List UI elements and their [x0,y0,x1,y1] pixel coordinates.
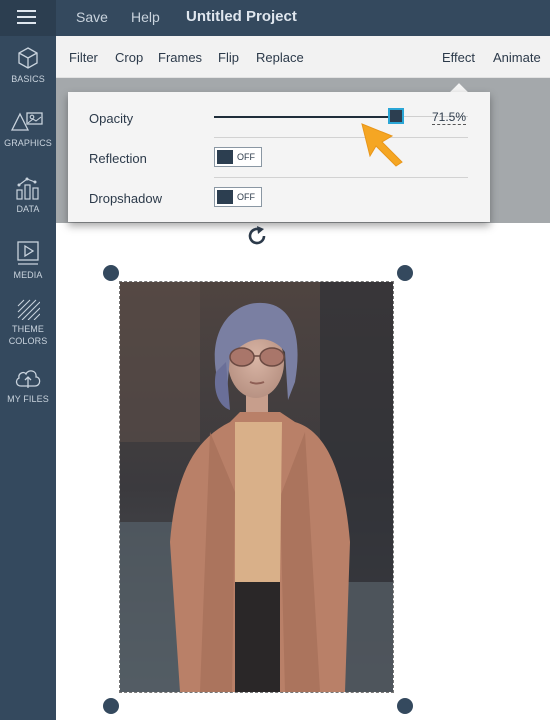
reflection-label: Reflection [89,151,147,166]
sidebar-item-graphics[interactable]: GRAPHICS [0,110,56,149]
sidebar-item-label: BASICS [11,74,45,84]
animate-button[interactable]: Animate [493,50,541,65]
project-title[interactable]: Untitled Project [186,8,297,25]
chart-icon [16,177,39,200]
sidebar-item-label-line1: THEME [12,324,44,334]
toggle-state: OFF [237,152,255,162]
sidebar-item-my-files[interactable]: MY FILES [0,366,56,405]
opacity-slider-track[interactable] [214,116,396,118]
photo-woman-in-coat [120,282,393,692]
opacity-value-input[interactable]: 71.5% [432,110,467,125]
cube-icon [18,47,38,69]
sidebar-item-media[interactable]: MEDIA [0,240,56,281]
resize-handle-top-left[interactable] [103,265,119,281]
hamburger-menu-icon[interactable] [0,0,56,36]
effect-button[interactable]: Effect [442,50,475,65]
toggle-state: OFF [237,192,255,202]
cloud-upload-icon [15,370,41,388]
mouse-cursor-icon [361,123,403,167]
flip-button[interactable]: Flip [218,50,239,65]
sidebar-item-label: DATA [16,204,40,214]
crop-button[interactable]: Crop [115,50,143,65]
replace-button[interactable]: Replace [256,50,304,65]
play-icon [17,241,39,265]
dropshadow-toggle[interactable]: OFF [214,187,262,207]
stripes-icon [17,299,40,320]
effect-panel: Opacity 71.5% Reflection OFF Dropshadow … [68,92,490,222]
sidebar-item-basics[interactable]: BASICS [0,46,56,85]
resize-handle-bottom-left[interactable] [103,698,119,714]
sidebar-item-label: GRAPHICS [4,138,52,148]
image-toolbar: Filter Crop Frames Flip Replace Effect A… [56,36,550,78]
rotate-icon[interactable] [245,224,269,248]
divider [214,177,468,178]
sidebar-item-data[interactable]: DATA [0,176,56,215]
reflection-toggle[interactable]: OFF [214,147,262,167]
shapes-icon [10,112,43,131]
frames-button[interactable]: Frames [158,50,202,65]
resize-handle-top-right[interactable] [397,265,413,281]
divider [214,137,468,138]
top-bar: Save Help Untitled Project [0,0,550,36]
sidebar-item-theme-colors[interactable]: THEME COLORS [0,298,56,347]
save-menu[interactable]: Save [76,9,108,25]
filter-button[interactable]: Filter [69,50,98,65]
sidebar-item-label: MY FILES [7,394,49,404]
resize-handle-bottom-right[interactable] [397,698,413,714]
sidebar-item-label: MEDIA [13,270,43,280]
opacity-label: Opacity [89,111,134,126]
selected-photo[interactable] [120,282,393,692]
toggle-knob [217,190,233,204]
toggle-knob [217,150,233,164]
dropshadow-label: Dropshadow [89,191,162,206]
help-menu[interactable]: Help [131,9,160,25]
sidebar: BASICS GRAPHICS DATA MEDIA THEME COLORS … [0,36,56,720]
sidebar-item-label-line2: COLORS [8,336,48,346]
